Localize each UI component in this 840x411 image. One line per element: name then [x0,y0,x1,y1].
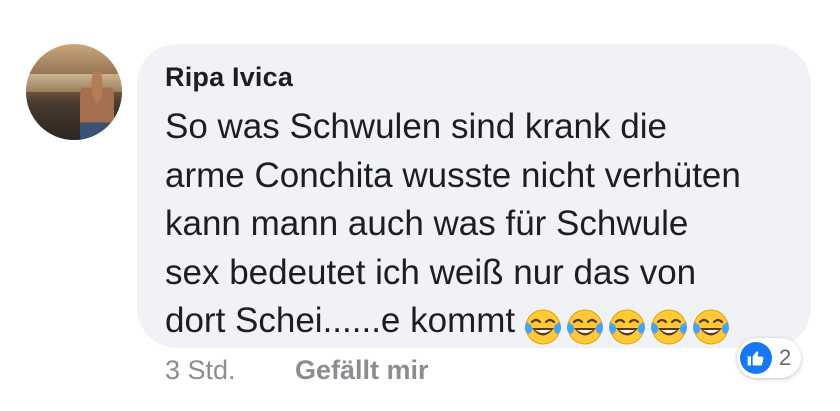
comment-line: So was Schwulen sind krank die [165,107,667,146]
comment-line: arme Conchita wusste nicht verhüten [165,155,741,195]
reaction-count: 2 [779,345,792,370]
face-with-tears-of-joy-icon [525,309,562,345]
face-with-tears-of-joy-icon [651,309,688,345]
face-with-tears-of-joy-icon [693,309,730,345]
like-thumb-icon [740,342,772,374]
avatar-person [80,72,114,140]
comment-meta: 3 Std. Gefällt mir [165,355,429,386]
comment-line: dort Schei......e kommt [165,301,516,341]
comment-text: So was Schwulen sind krank die arme Conc… [165,103,805,350]
timestamp[interactable]: 3 Std. [165,355,236,385]
face-with-tears-of-joy-icon [567,309,604,345]
face-with-tears-of-joy-icon [609,309,646,345]
emoji-group [523,301,733,350]
comment-author[interactable]: Ripa Ivica [165,62,293,93]
reaction-summary[interactable]: 2 [737,338,802,378]
comment-line: kann mann auch was für Schwule [165,204,689,244]
like-button[interactable]: Gefällt mir [295,355,429,386]
comment-line: sex bedeutet ich weiß nur das von [165,252,697,292]
comment-last-line: dort Schei......e kommt [165,297,805,350]
comment-avatar[interactable] [26,44,122,140]
